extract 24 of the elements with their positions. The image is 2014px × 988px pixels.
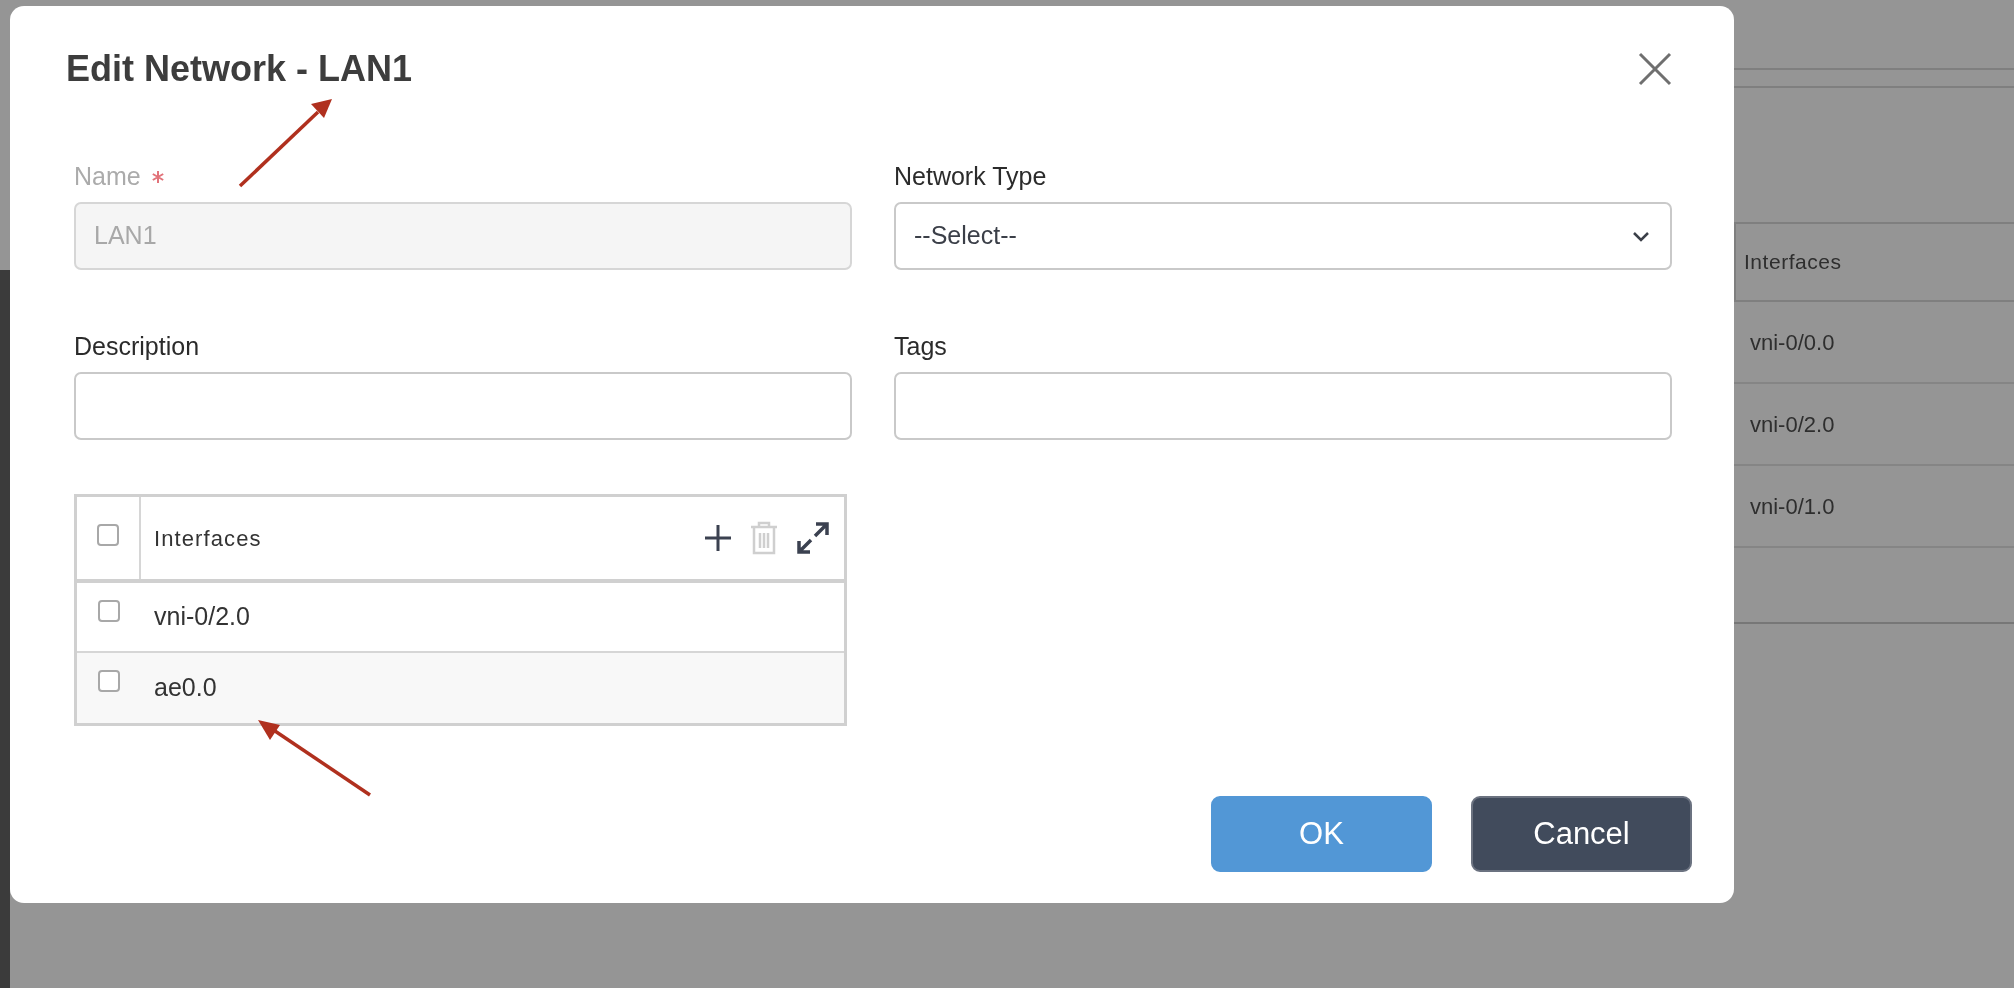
field-label: Description [74, 331, 200, 363]
table-cell-text: vni-0/2.0 [1750, 410, 1835, 439]
table-cell-text: vni-0/0.0 [1750, 328, 1835, 357]
checkbox[interactable] [98, 600, 120, 622]
column-header: Interfaces [1744, 249, 1842, 276]
expand-icon[interactable] [796, 521, 830, 555]
select-field[interactable]: --Select-- [894, 202, 1672, 270]
table-cell-text: vni-0/2.0 [154, 601, 250, 633]
cancel-button[interactable]: Cancel [1471, 796, 1692, 872]
field-label: Tags [894, 331, 947, 363]
trash-icon[interactable] [750, 521, 778, 555]
checkbox[interactable] [98, 670, 120, 692]
field-label: Network Type [894, 161, 1047, 193]
input-field[interactable] [894, 372, 1672, 440]
table-cell-text: vni-0/1.0 [1750, 492, 1835, 521]
checkbox[interactable] [97, 524, 119, 546]
close-icon[interactable] [1638, 52, 1672, 86]
column-header: Interfaces [154, 524, 262, 553]
field-label: Name [74, 161, 141, 193]
input-field[interactable] [74, 372, 852, 440]
dialog-title: Edit Network - LAN1 [66, 47, 413, 91]
plus-icon[interactable] [704, 524, 732, 552]
table-cell-text: ae0.0 [154, 672, 217, 704]
chevron-down-icon [1632, 230, 1650, 242]
